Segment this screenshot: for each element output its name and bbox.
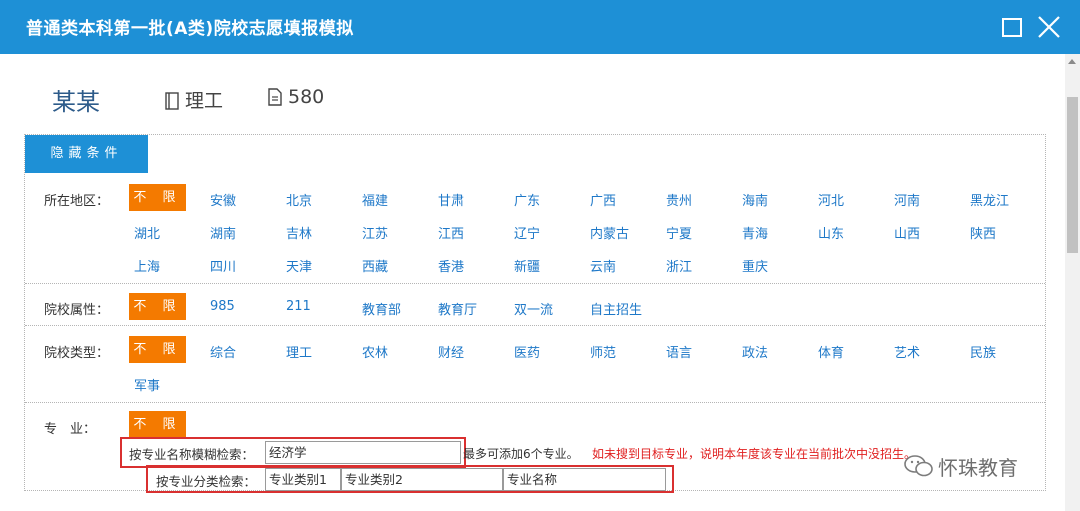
region-option[interactable]: 重庆	[742, 256, 768, 275]
region-option[interactable]: 新疆	[514, 256, 540, 275]
maximize-icon	[1002, 18, 1022, 37]
maximize-button[interactable]	[994, 10, 1028, 44]
region-no-limit-button[interactable]: 不 限	[129, 184, 186, 211]
window-title: 普通类本科第一批(A类)院校志愿填报模拟	[26, 19, 354, 39]
region-option[interactable]: 海南	[742, 190, 768, 209]
scroll-up-arrow-icon[interactable]	[1068, 59, 1076, 64]
region-option[interactable]: 宁夏	[666, 223, 692, 242]
scroll-thumb[interactable]	[1067, 97, 1078, 253]
type-option[interactable]: 体育	[818, 342, 844, 361]
region-option[interactable]: 上海	[134, 256, 160, 275]
hide-conditions-button[interactable]: 隐藏条件	[25, 135, 148, 173]
region-option[interactable]: 山西	[894, 223, 920, 242]
document-icon	[268, 88, 282, 106]
type-option[interactable]: 医药	[514, 342, 540, 361]
title-bar: 普通类本科第一批(A类)院校志愿填报模拟	[0, 0, 1080, 54]
subject-info: 理工	[165, 86, 223, 113]
major-label: 专 业：	[44, 422, 97, 437]
region-option[interactable]: 湖南	[210, 223, 236, 242]
type-option[interactable]: 师范	[590, 342, 616, 361]
divider	[25, 402, 1045, 403]
attribute-no-limit-button[interactable]: 不 限	[129, 293, 186, 320]
divider	[25, 325, 1045, 326]
region-option[interactable]: 广东	[514, 190, 540, 209]
type-no-limit-button[interactable]: 不 限	[129, 336, 186, 363]
subject-label: 理工	[185, 90, 224, 112]
region-option[interactable]: 山东	[818, 223, 844, 242]
region-option[interactable]: 四川	[210, 256, 236, 275]
region-option[interactable]: 云南	[590, 256, 616, 275]
region-option[interactable]: 广西	[590, 190, 616, 209]
type-option[interactable]: 民族	[970, 342, 996, 361]
region-label: 所在地区：	[44, 194, 110, 209]
region-option[interactable]: 北京	[286, 190, 312, 209]
type-option[interactable]: 农林	[362, 342, 388, 361]
region-option[interactable]: 甘肃	[438, 190, 464, 209]
max-majors-hint: 最多可添加6个专业。	[463, 447, 579, 461]
score-info: 580	[268, 86, 324, 108]
region-option[interactable]: 西藏	[362, 256, 388, 275]
type-option[interactable]: 财经	[438, 342, 464, 361]
region-option[interactable]: 湖北	[134, 223, 160, 242]
type-option[interactable]: 政法	[742, 342, 768, 361]
region-option[interactable]: 贵州	[666, 190, 692, 209]
region-option[interactable]: 河北	[818, 190, 844, 209]
type-option[interactable]: 综合	[210, 342, 236, 361]
book-icon	[165, 92, 179, 110]
watermark-text: 怀珠教育	[938, 456, 1018, 480]
vertical-scrollbar[interactable]	[1065, 54, 1080, 511]
region-option[interactable]: 安徽	[210, 190, 236, 209]
close-button[interactable]	[1032, 10, 1066, 44]
type-option[interactable]: 语言	[666, 342, 692, 361]
attribute-option[interactable]: 自主招生	[590, 299, 642, 318]
major-category1-select[interactable]: 专业类别1	[265, 468, 341, 491]
region-option[interactable]: 吉林	[286, 223, 312, 242]
attribute-option[interactable]: 教育厅	[438, 299, 477, 318]
region-option[interactable]: 天津	[286, 256, 312, 275]
wechat-icon	[904, 455, 933, 477]
attribute-label: 院校属性：	[44, 303, 110, 318]
region-option[interactable]: 陕西	[970, 223, 996, 242]
type-option[interactable]: 理工	[286, 342, 312, 361]
region-option[interactable]: 香港	[438, 256, 464, 275]
region-option[interactable]: 内蒙古	[590, 223, 629, 242]
major-name-select[interactable]: 专业名称	[503, 468, 666, 491]
not-found-warning: 如未搜到目标专业，说明本年度该专业在当前批次中没招生。	[592, 447, 917, 461]
fuzzy-search-label: 按专业名称模糊检索：	[129, 447, 255, 462]
attribute-option[interactable]: 教育部	[362, 299, 401, 318]
region-option[interactable]: 辽宁	[514, 223, 540, 242]
type-option[interactable]: 艺术	[894, 342, 920, 361]
attribute-option[interactable]: 双一流	[514, 299, 553, 318]
category-search-label: 按专业分类检索：	[156, 474, 257, 489]
type-label: 院校类型：	[44, 346, 110, 361]
region-option[interactable]: 河南	[894, 190, 920, 209]
region-option[interactable]: 浙江	[666, 256, 692, 275]
fuzzy-search-input[interactable]: 经济学	[265, 441, 461, 464]
close-icon	[1038, 16, 1060, 38]
region-option[interactable]: 青海	[742, 223, 768, 242]
type-option[interactable]: 军事	[134, 375, 160, 394]
major-no-limit-button[interactable]: 不 限	[129, 411, 186, 438]
major-category2-select[interactable]: 专业类别2	[341, 468, 503, 491]
region-option[interactable]: 江苏	[362, 223, 388, 242]
divider	[25, 283, 1045, 284]
student-name: 某某	[52, 88, 100, 116]
region-option[interactable]: 江西	[438, 223, 464, 242]
attribute-option[interactable]: 985	[210, 299, 235, 314]
score-value: 580	[288, 86, 325, 108]
region-option[interactable]: 黑龙江	[970, 190, 1009, 209]
attribute-option[interactable]: 211	[286, 299, 311, 314]
region-option[interactable]: 福建	[362, 190, 388, 209]
